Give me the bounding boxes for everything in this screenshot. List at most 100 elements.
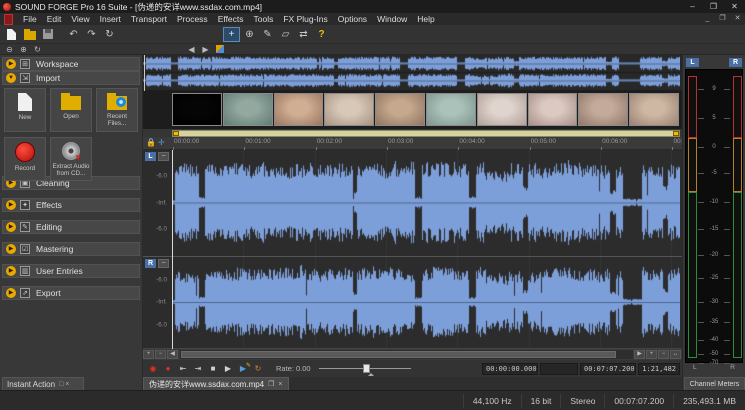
right-channel-waveform[interactable]: R − -6.0-Inf.-6.0 — [143, 257, 682, 349]
meter-left-badge[interactable]: L — [686, 58, 699, 67]
go-to-start-icon[interactable]: ◀ — [185, 44, 198, 54]
video-frame-thumbnail[interactable] — [324, 93, 374, 126]
rate-slider-handle[interactable] — [363, 364, 370, 373]
menu-transport[interactable]: Transport — [126, 13, 172, 25]
pencil-tool-icon[interactable]: ✎ — [259, 27, 276, 42]
scrollbar-track[interactable] — [180, 350, 633, 359]
sidebar-section-effects[interactable]: ▶✦Effects — [2, 198, 140, 212]
chevron-right-icon[interactable]: ▶ — [6, 222, 16, 232]
chevron-right-icon[interactable]: ▶ — [6, 200, 16, 210]
zoom-out-time-button[interactable]: − — [155, 350, 166, 359]
stop-button[interactable]: ■ — [206, 362, 220, 375]
menu-view[interactable]: View — [66, 13, 94, 25]
play-button[interactable]: ▶ — [221, 362, 235, 375]
child-close-button[interactable]: ✕ — [730, 13, 745, 25]
restore-button[interactable]: ❐ — [703, 0, 724, 13]
right-channel-badge[interactable]: R — [145, 259, 156, 268]
video-frame-thumbnail[interactable] — [629, 93, 679, 126]
minimize-button[interactable]: – — [682, 0, 703, 13]
left-channel-badge[interactable]: L — [145, 152, 156, 161]
cursor-position-display[interactable]: 00:00:00.000 — [482, 363, 538, 375]
scroll-left-button[interactable]: ◀ — [167, 350, 178, 359]
overview-cursor[interactable] — [144, 55, 145, 91]
open-file-icon[interactable] — [21, 27, 38, 42]
selection-length-display[interactable]: 1:21,482 — [638, 363, 680, 375]
redo-icon[interactable]: ↷ — [83, 27, 100, 42]
magnify-tool-icon[interactable]: ⊕ — [241, 27, 258, 42]
lock-icon[interactable]: 🔒 — [146, 138, 156, 147]
edit-tool-icon[interactable]: + — [223, 27, 240, 42]
whats-this-help-icon[interactable]: ? — [313, 27, 330, 42]
chevron-right-icon[interactable]: ▶ — [6, 244, 16, 254]
video-frame-thumbnail[interactable] — [477, 93, 527, 126]
sidebar-section-export[interactable]: ▶⇗Export — [2, 286, 140, 300]
menu-help[interactable]: Help — [412, 13, 439, 25]
meter-right-badge[interactable]: R — [729, 58, 742, 67]
selection-end-display[interactable]: 00:07:07.200 — [580, 363, 636, 375]
video-frame-thumbnail[interactable] — [172, 93, 222, 126]
video-frame-thumbnail[interactable] — [528, 93, 578, 126]
menu-insert[interactable]: Insert — [95, 13, 126, 25]
instant-action-tab-controls[interactable]: □ × — [59, 381, 69, 388]
sidebar-section-mastering[interactable]: ▶☑Mastering — [2, 242, 140, 256]
import-extract-audio-from-cd--button[interactable]: Extract Audio from CD... — [50, 137, 92, 181]
menu-tools[interactable]: Tools — [249, 13, 279, 25]
document-tab-close-icon[interactable]: × — [278, 381, 282, 388]
refresh-icon[interactable]: ↻ — [31, 44, 44, 54]
left-channel-waveform[interactable]: L − -6.0-Inf.-6.0 — [143, 150, 682, 257]
horizontal-scrollbar[interactable]: + − ◀ ▶ + − ↔ — [143, 349, 682, 360]
video-thumbnail-strip[interactable] — [143, 91, 682, 129]
chevron-down-icon[interactable]: ▼ — [6, 73, 16, 83]
import-open-button[interactable]: Open — [50, 88, 92, 132]
meter-scale[interactable]: 950-5-10-15-20-25-30-35-40-50-70 — [685, 69, 743, 363]
sidebar-section-user-entries[interactable]: ▶▥User Entries — [2, 264, 140, 278]
undo-icon[interactable]: ↶ — [65, 27, 82, 42]
scrollbar-thumb[interactable] — [181, 351, 616, 358]
import-new-button[interactable]: New — [4, 88, 46, 132]
rate-slider[interactable] — [319, 362, 411, 375]
instant-action-tab[interactable]: Instant Action □ × — [2, 377, 84, 390]
sidebar-section-import[interactable]: ▼⇲Import — [2, 71, 140, 85]
edit-cursor[interactable] — [172, 150, 173, 349]
snapshot-icon[interactable] — [213, 44, 226, 54]
sidebar-section-editing[interactable]: ▶✎Editing — [2, 220, 140, 234]
right-channel-minimize-button[interactable]: − — [158, 259, 169, 268]
pan-icon[interactable]: ✛ — [158, 138, 165, 147]
menu-file[interactable]: File — [18, 13, 42, 25]
go-to-end-button[interactable]: ⇥ — [191, 362, 205, 375]
chevron-right-icon[interactable]: ▶ — [6, 59, 16, 69]
video-frame-thumbnail[interactable] — [274, 93, 324, 126]
import-recent-files--button[interactable]: Recent Files... — [96, 88, 138, 132]
record-remote-button[interactable]: ◉ — [146, 362, 160, 375]
video-frame-thumbnail[interactable] — [426, 93, 476, 126]
scroll-right-button[interactable]: ▶ — [634, 350, 645, 359]
play-plugin-chain-button[interactable]: ▶ — [236, 362, 250, 375]
go-to-end-icon[interactable]: ▶ — [199, 44, 212, 54]
record-button[interactable]: ● — [161, 362, 175, 375]
new-file-icon[interactable] — [3, 27, 20, 42]
sidebar-section-workspace[interactable]: ▶⊞Workspace — [2, 57, 140, 71]
left-channel-minimize-button[interactable]: − — [158, 152, 169, 161]
close-button[interactable]: ✕ — [724, 0, 745, 13]
zoom-out-icon[interactable]: ⊖ — [3, 44, 16, 54]
selection-start-display[interactable] — [540, 363, 578, 375]
zoom-in-time-button[interactable]: + — [143, 350, 154, 359]
overview-waveform[interactable] — [143, 55, 682, 91]
save-icon[interactable] — [39, 27, 56, 42]
go-to-start-button[interactable]: ⇤ — [176, 362, 190, 375]
chevron-right-icon[interactable]: ▶ — [6, 266, 16, 276]
menu-fx-plug-ins[interactable]: FX Plug-Ins — [278, 13, 332, 25]
zoom-in-icon[interactable]: ⊕ — [17, 44, 30, 54]
menu-edit[interactable]: Edit — [42, 13, 67, 25]
child-minimize-button[interactable]: _ — [700, 13, 715, 25]
repeat-icon[interactable]: ↻ — [101, 27, 118, 42]
zoom-window-button[interactable]: ↔ — [670, 350, 681, 359]
document-tab[interactable]: 伪递的安详www.ssdax.com.mp4 ❐ × — [143, 377, 289, 390]
menu-window[interactable]: Window — [372, 13, 412, 25]
loop-start-handle[interactable] — [173, 131, 179, 136]
menu-options[interactable]: Options — [333, 13, 372, 25]
video-frame-thumbnail[interactable] — [223, 93, 273, 126]
menu-effects[interactable]: Effects — [213, 13, 249, 25]
loop-region-bar[interactable] — [172, 130, 680, 137]
video-frame-thumbnail[interactable] — [375, 93, 425, 126]
